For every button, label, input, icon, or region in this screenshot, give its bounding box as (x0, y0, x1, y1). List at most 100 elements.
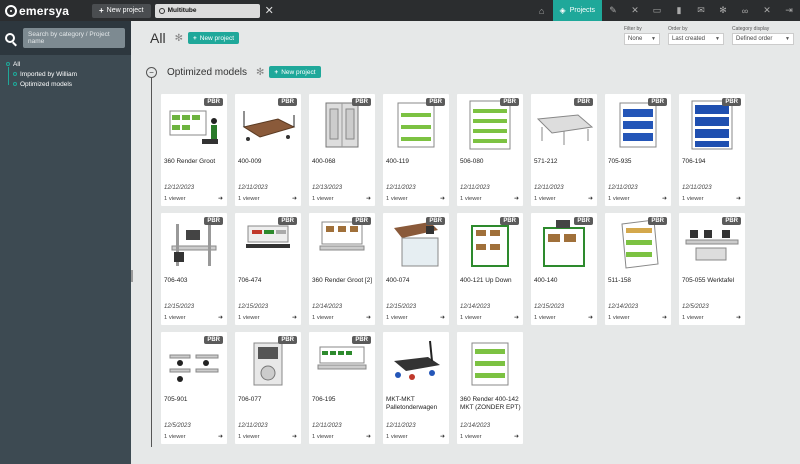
open-arrow-icon[interactable]: ➜ (440, 314, 445, 321)
basket-icon[interactable]: ▭ (646, 0, 668, 21)
gear-icon[interactable]: ✻ (175, 33, 183, 44)
project-name[interactable]: 706-403 (164, 277, 226, 285)
project-name[interactable]: MKT-MKT Palletonderwagen (386, 396, 448, 412)
new-project-button[interactable]: + New project (187, 32, 240, 44)
project-card[interactable]: PBR 706-194 12/11/2023 1 viewer ➜ (679, 94, 745, 206)
project-card[interactable]: PBR 706-474 12/15/2023 1 viewer ➜ (235, 213, 301, 325)
project-card[interactable]: PBR 705-055 Werktafel 12/5/2023 1 viewer ➜ (679, 213, 745, 325)
project-name[interactable]: 705-935 (608, 158, 670, 166)
open-arrow-icon[interactable]: ➜ (292, 195, 297, 202)
emersya-logo[interactable]: emersya (5, 4, 85, 18)
category-search-input[interactable]: Search by category / Project name (23, 28, 125, 48)
open-arrow-icon[interactable]: ➜ (366, 195, 371, 202)
open-arrow-icon[interactable]: ➜ (588, 314, 593, 321)
project-card[interactable]: PBR 400-140 12/15/2023 1 viewer ➜ (531, 213, 597, 325)
project-thumbnail[interactable]: PBR (235, 332, 301, 393)
wrench-icon[interactable]: ✕ (624, 0, 646, 21)
project-card[interactable]: PBR 360 Render Groot 12/12/2023 1 viewer ➜ (161, 94, 227, 206)
logout-icon[interactable]: ⇥ (778, 0, 800, 21)
project-name[interactable]: 706-194 (682, 158, 744, 166)
filter-by-select[interactable]: None ▼ (624, 33, 660, 45)
project-thumbnail[interactable]: PBR (161, 213, 227, 274)
link-icon[interactable]: ∞ (734, 0, 756, 21)
project-thumbnail[interactable] (383, 332, 449, 393)
open-arrow-icon[interactable]: ➜ (514, 433, 519, 440)
order-by-select[interactable]: Last created ▼ (668, 33, 724, 45)
project-name[interactable]: 571-212 (534, 158, 596, 166)
new-project-button-top[interactable]: + New project (92, 3, 151, 18)
admin-icon[interactable]: ✕ (756, 0, 778, 21)
open-arrow-icon[interactable]: ➜ (218, 195, 223, 202)
project-thumbnail[interactable]: PBR (309, 213, 375, 274)
open-arrow-icon[interactable]: ➜ (736, 195, 741, 202)
project-thumbnail[interactable]: PBR (309, 332, 375, 393)
project-thumbnail[interactable]: PBR (679, 213, 745, 274)
project-thumbnail[interactable]: PBR (235, 94, 301, 155)
mail-icon[interactable]: ✉ (690, 0, 712, 21)
project-card[interactable]: MKT-MKT Palletonderwagen 12/11/2023 1 view… (383, 332, 449, 444)
project-card[interactable]: PBR 705-935 12/11/2023 1 viewer ➜ (605, 94, 671, 206)
project-name[interactable]: 706-077 (238, 396, 300, 404)
project-card[interactable]: PBR 706-403 12/15/2023 1 viewer ➜ (161, 213, 227, 325)
open-arrow-icon[interactable]: ➜ (662, 314, 667, 321)
project-name[interactable]: 705-055 Werktafel (682, 277, 744, 285)
project-name[interactable]: 400-140 (534, 277, 596, 285)
project-search-input[interactable]: Multitube (154, 3, 260, 18)
project-thumbnail[interactable]: PBR (605, 94, 671, 155)
project-thumbnail[interactable]: PBR (531, 94, 597, 155)
project-thumbnail[interactable]: PBR (679, 94, 745, 155)
open-arrow-icon[interactable]: ➜ (514, 195, 519, 202)
project-card[interactable]: PBR 400-119 12/11/2023 1 viewer ➜ (383, 94, 449, 206)
clear-search-icon[interactable]: ✕ (265, 4, 274, 17)
chart-icon[interactable]: ▮ (668, 0, 690, 21)
project-name[interactable]: 511-158 (608, 277, 670, 285)
project-thumbnail[interactable]: PBR (531, 213, 597, 274)
project-card[interactable]: PBR 400-068 12/13/2023 1 viewer ➜ (309, 94, 375, 206)
project-thumbnail[interactable]: PBR (605, 213, 671, 274)
home-icon[interactable]: ⌂ (531, 0, 553, 21)
gear-icon[interactable]: ✻ (256, 67, 264, 78)
project-thumbnail[interactable]: PBR (457, 94, 523, 155)
project-name[interactable]: 506-080 (460, 158, 522, 166)
project-name[interactable]: 360 Render Groot [2] (312, 277, 374, 285)
project-name[interactable]: 360 Render 400-142 MKT (ZONDER EPT) (460, 396, 522, 412)
project-card[interactable]: PBR 400-009 12/11/2023 1 viewer ➜ (235, 94, 301, 206)
open-arrow-icon[interactable]: ➜ (588, 195, 593, 202)
open-arrow-icon[interactable]: ➜ (292, 314, 297, 321)
open-arrow-icon[interactable]: ➜ (218, 314, 223, 321)
project-name[interactable]: 400-074 (386, 277, 448, 285)
project-thumbnail[interactable]: PBR (383, 213, 449, 274)
open-arrow-icon[interactable]: ➜ (218, 433, 223, 440)
project-card[interactable]: PBR 360 Render Groot [2] 12/14/2023 1 viewe… (309, 213, 375, 325)
project-name[interactable]: 400-068 (312, 158, 374, 166)
project-card[interactable]: PBR 511-158 12/14/2023 1 viewer ➜ (605, 213, 671, 325)
project-thumbnail[interactable]: PBR (235, 213, 301, 274)
project-card[interactable]: PBR 705-901 12/5/2023 1 viewer ➜ (161, 332, 227, 444)
section-new-project-button[interactable]: + New project (269, 66, 321, 78)
category-display-select[interactable]: Defined order ▼ (732, 33, 794, 45)
project-thumbnail[interactable]: PBR (457, 213, 523, 274)
project-name[interactable]: 360 Render Groot (164, 158, 226, 166)
tree-item-all[interactable]: All (6, 59, 125, 69)
project-thumbnail[interactable]: PBR (309, 94, 375, 155)
settings-icon[interactable]: ✻ (712, 0, 734, 21)
open-arrow-icon[interactable]: ➜ (514, 314, 519, 321)
project-card[interactable]: PBR 400-074 12/15/2023 1 viewer ➜ (383, 213, 449, 325)
open-arrow-icon[interactable]: ➜ (440, 195, 445, 202)
project-thumbnail[interactable]: PBR (383, 94, 449, 155)
project-card[interactable]: PBR 571-212 12/11/2023 1 viewer ➜ (531, 94, 597, 206)
project-name[interactable]: 400-009 (238, 158, 300, 166)
open-arrow-icon[interactable]: ➜ (736, 314, 741, 321)
project-name[interactable]: 705-901 (164, 396, 226, 404)
project-thumbnail[interactable]: PBR (161, 94, 227, 155)
project-card[interactable]: PBR 706-195 12/11/2023 1 viewer ➜ (309, 332, 375, 444)
sidebar-resize-handle[interactable] (131, 270, 133, 282)
open-arrow-icon[interactable]: ➜ (292, 433, 297, 440)
project-card[interactable]: PBR 400-121 Up Down 12/14/2023 1 viewer ➜ (457, 213, 523, 325)
project-name[interactable]: 706-474 (238, 277, 300, 285)
project-card[interactable]: PBR 506-080 12/11/2023 1 viewer ➜ (457, 94, 523, 206)
collapse-section-icon[interactable]: − (146, 67, 157, 78)
tools-icon[interactable]: ✎ (602, 0, 624, 21)
tree-item-imported-by-william[interactable]: Imported by William (13, 69, 125, 79)
project-name[interactable]: 706-195 (312, 396, 374, 404)
